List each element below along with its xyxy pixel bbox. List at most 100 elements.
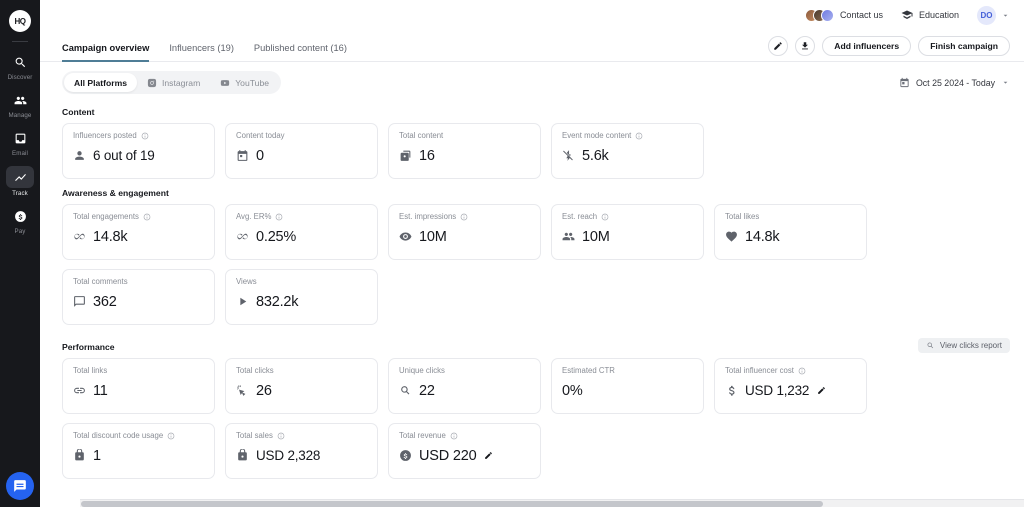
metric-value: 14.8k (745, 229, 779, 245)
metric-card[interactable]: Content today0 (225, 123, 378, 179)
metric-card[interactable]: Event mode content5.6k (551, 123, 704, 179)
sidebar-item-pay[interactable]: Pay (3, 202, 37, 238)
infinity-icon (236, 230, 249, 243)
info-icon[interactable] (167, 432, 175, 440)
metric-card[interactable]: Avg. ER%0.25% (225, 204, 378, 260)
youtube-icon (220, 78, 230, 88)
metric-card[interactable]: Total influencer cost USD 1,232 (714, 358, 867, 414)
metric-value: USD 220 (419, 448, 476, 464)
metric-section: PerformanceView clicks reportTotal links… (62, 334, 1010, 479)
metric-value: 1 (93, 448, 101, 464)
metric-label: Total engagements (73, 213, 204, 222)
info-icon[interactable] (798, 367, 806, 375)
people-icon (14, 94, 27, 107)
tab-2[interactable]: Published content (16) (254, 43, 347, 62)
view-clicks-report-button[interactable]: View clicks report (918, 338, 1010, 353)
pencil-icon (773, 41, 783, 51)
finish-campaign-button[interactable]: Finish campaign (918, 36, 1010, 56)
metric-card[interactable]: Est. reach10M (551, 204, 704, 260)
info-icon[interactable] (460, 213, 468, 221)
metric-card[interactable]: Influencers posted6 out of 19 (62, 123, 215, 179)
date-range-picker[interactable]: Oct 25 2024 - Today (899, 77, 1010, 88)
link-icon (73, 384, 86, 397)
chat-bubble-icon[interactable] (6, 472, 34, 500)
info-icon[interactable] (450, 432, 458, 440)
metric-label: Views (236, 278, 367, 287)
metric-label: Est. reach (562, 213, 693, 222)
scrollbar-thumb[interactable] (81, 501, 823, 507)
metric-card[interactable]: Total clicks26 (225, 358, 378, 414)
info-icon[interactable] (635, 132, 643, 140)
metric-card[interactable]: Total salesUSD 2,328 (225, 423, 378, 479)
metric-value-row: 14.8k (725, 229, 856, 245)
metric-row: Total links11Total clicks26Unique clicks… (62, 358, 1010, 414)
sidebar-item-manage[interactable]: Manage (3, 86, 37, 122)
metric-value-row: USD 220 (399, 448, 530, 464)
education-link[interactable]: Education (901, 9, 959, 21)
metric-label: Total comments (73, 278, 204, 287)
metric-value: USD 1,232 (745, 383, 809, 398)
section-title: Content (62, 107, 1010, 117)
sidebar-item-label: Manage (9, 112, 32, 119)
metric-row: Total discount code usage1Total salesUSD… (62, 423, 1010, 479)
contact-us-link[interactable]: Contact us (805, 9, 883, 22)
metric-card[interactable]: Views832.2k (225, 269, 378, 325)
view-clicks-report-label: View clicks report (940, 341, 1002, 350)
sidebar-item-track[interactable]: Track (3, 162, 37, 200)
app-root: HQ Discover Manage Email Track Pay Contact u… (0, 0, 1024, 507)
tag-icon (236, 449, 249, 462)
metric-card[interactable]: Total content16 (388, 123, 541, 179)
info-icon[interactable] (277, 432, 285, 440)
sidebar-item-email[interactable]: Email (3, 124, 37, 160)
metric-label: Unique clicks (399, 367, 530, 376)
metric-value: 5.6k (582, 148, 609, 164)
metric-card[interactable]: Unique clicks22 (388, 358, 541, 414)
edit-campaign-button[interactable] (768, 36, 788, 56)
cursor-click-icon (236, 384, 249, 397)
calendar-icon (236, 149, 249, 162)
metric-label-text: Total likes (725, 213, 759, 222)
metric-card[interactable]: Total revenueUSD 220 (388, 423, 541, 479)
sidebar-item-discover[interactable]: Discover (3, 48, 37, 84)
metric-value: 0.25% (256, 229, 296, 245)
pencil-icon[interactable] (484, 451, 493, 460)
info-icon[interactable] (143, 213, 151, 221)
metric-label: Total sales (236, 432, 367, 441)
metric-card[interactable]: Total engagements14.8k (62, 204, 215, 260)
sidebar-item-label: Track (12, 190, 28, 197)
comment-icon (73, 295, 86, 308)
header-actions: Add influencers Finish campaign (768, 36, 1010, 61)
tab-1[interactable]: Influencers (19) (169, 43, 234, 62)
platform-filter-youtube[interactable]: YouTube (210, 73, 279, 92)
chevron-down-icon (1001, 78, 1010, 87)
horizontal-scrollbar[interactable] (80, 499, 1024, 507)
pencil-icon[interactable] (817, 386, 826, 395)
metric-label: Total influencer cost (725, 367, 856, 376)
metric-card[interactable]: Estimated CTR0% (551, 358, 704, 414)
metric-card[interactable]: Total discount code usage1 (62, 423, 215, 479)
info-icon[interactable] (141, 132, 149, 140)
metric-row: Influencers posted6 out of 19Content tod… (62, 123, 1010, 179)
metric-value-row: 16 (399, 148, 530, 164)
metric-card[interactable]: Total likes 14.8k (714, 204, 867, 260)
platform-label: YouTube (235, 78, 269, 88)
metric-card[interactable]: Total links11 (62, 358, 215, 414)
platform-filter-instagram[interactable]: Instagram (137, 73, 210, 92)
info-icon[interactable] (275, 213, 283, 221)
infinity-icon (73, 230, 86, 243)
metric-card[interactable]: Total comments362 (62, 269, 215, 325)
add-influencers-button[interactable]: Add influencers (822, 36, 911, 56)
download-report-button[interactable] (795, 36, 815, 56)
metric-value-row: 1 (73, 448, 204, 464)
platform-label: Instagram (162, 78, 200, 88)
metric-label-text: Unique clicks (399, 367, 445, 376)
tab-0[interactable]: Campaign overview (62, 43, 149, 62)
metric-card[interactable]: Est. impressions10M (388, 204, 541, 260)
metric-label: Total likes (725, 213, 856, 222)
info-icon[interactable] (601, 213, 609, 221)
platform-filter-all-platforms[interactable]: All Platforms (64, 73, 137, 92)
app-logo[interactable]: HQ (9, 10, 31, 32)
user-menu[interactable]: DO (977, 6, 1010, 25)
metric-label-text: Total links (73, 367, 107, 376)
inbox-icon (14, 132, 27, 145)
